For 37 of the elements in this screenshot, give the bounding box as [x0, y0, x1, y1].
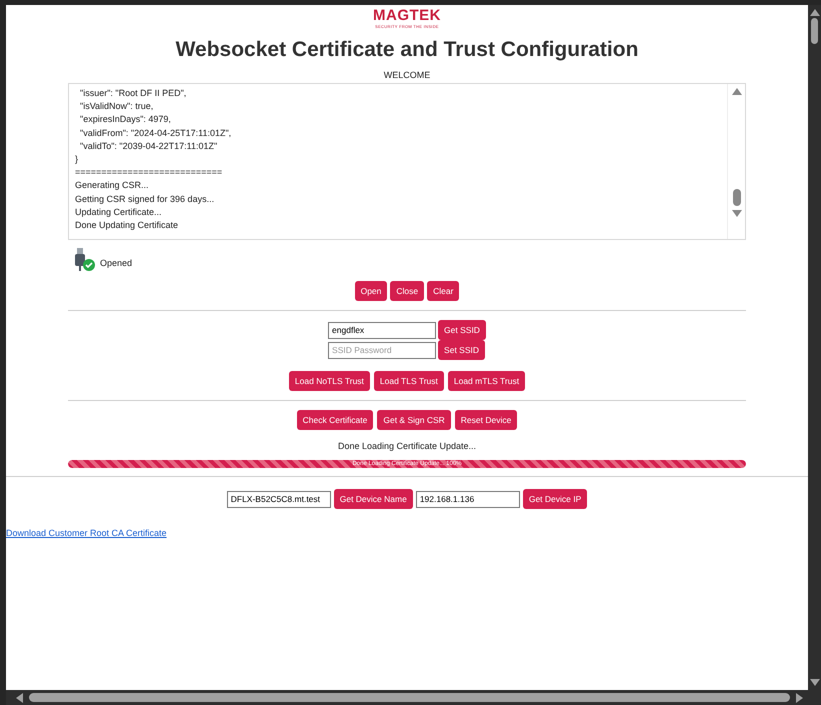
button[interactable]: Load NoTLS Trust [288, 371, 370, 391]
button[interactable]: Load TLS Trust [374, 371, 444, 391]
log-line: } [75, 153, 80, 166]
status-label: Opened [100, 258, 132, 268]
ssid-field[interactable]: engdflex [328, 322, 436, 338]
button[interactable]: Load mTLS Trust [448, 371, 526, 391]
device-ip-field[interactable]: 192.168.1.136 [416, 490, 520, 508]
log-line: "expiresInDays": 4979, [79, 113, 172, 126]
button[interactable]: Reset Device [454, 410, 518, 430]
vertical-scrollbar[interactable] [808, 5, 821, 690]
log-line: ============================ [75, 166, 224, 180]
log-line: Generating CSR... [75, 179, 150, 192]
log-line: "issuer": "Root DF II PED", [79, 87, 188, 100]
button[interactable]: Clear [427, 281, 460, 301]
button[interactable]: Get Device Name [334, 489, 413, 509]
button[interactable]: Get Device IP [522, 489, 588, 509]
button[interactable]: Close [390, 281, 424, 301]
log-line: Updating Certificate... [75, 206, 163, 219]
button[interactable]: Set SSID [438, 340, 486, 360]
device-name-field[interactable]: DFLX-B52C5C8.mt.test [226, 490, 331, 508]
brand-logo: MAGTEK [373, 8, 441, 24]
log-line: Done Updating Certificate [75, 219, 180, 232]
download-link[interactable]: Download Customer Root CA Certificate [6, 528, 167, 538]
log-textarea[interactable] [68, 83, 746, 240]
page-title: Websocket Certificate and Trust Configuration [176, 38, 638, 62]
button[interactable]: Open [354, 281, 388, 301]
horizontal-scrollbar[interactable] [6, 690, 821, 705]
status-message: Done Loading Certificate Update... [338, 441, 476, 451]
log-line: "isValidNow": true, [79, 100, 154, 114]
log-label: WELCOME [384, 70, 430, 80]
log-line: Getting CSR signed for 396 days... [75, 192, 216, 206]
log-line: "validTo": "2039-04-22T17:11:01Z" [79, 140, 218, 153]
password-field[interactable]: SSID Password [328, 342, 436, 358]
log-line: "validFrom": "2024-04-25T17:11:01Z", [79, 126, 232, 140]
button[interactable]: Get SSID [438, 320, 486, 340]
button[interactable]: Check Certificate [296, 410, 374, 430]
button[interactable]: Get & Sign CSR [377, 410, 451, 430]
